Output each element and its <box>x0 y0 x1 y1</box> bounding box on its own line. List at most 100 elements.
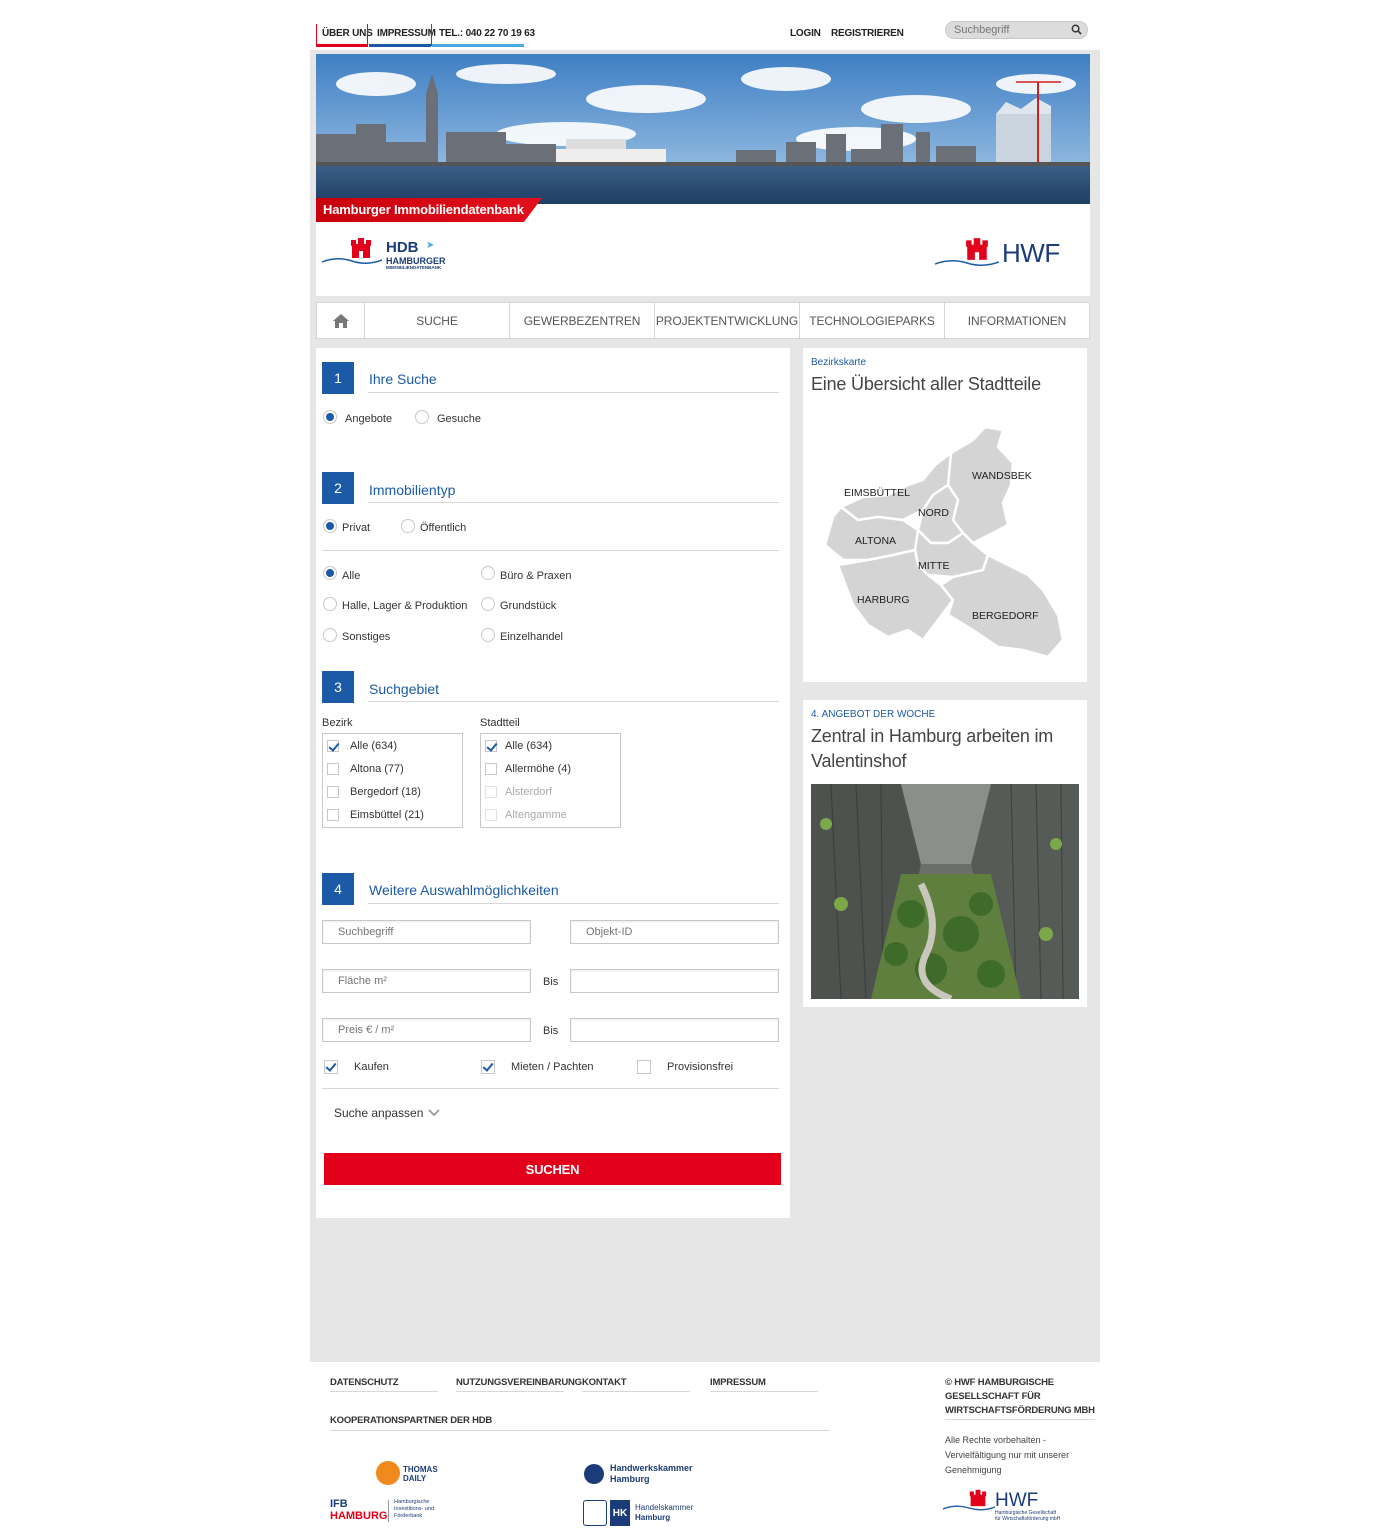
checkbox-stadtteil-alle[interactable] <box>485 740 497 752</box>
hwf-logo-text: HWF <box>1002 238 1060 268</box>
price-from-input[interactable] <box>322 1018 531 1042</box>
wave-icon <box>943 1505 995 1511</box>
fish-icon: ➤ <box>426 240 435 251</box>
search-submit-button[interactable]: SUCHEN <box>324 1153 781 1185</box>
partner-logo-handwerkskammer[interactable]: Handwerkskammer Hamburg <box>584 1462 704 1486</box>
partner-logo-handelskammer[interactable]: HK Handelskammer Hamburg <box>583 1500 703 1528</box>
wave-icon <box>322 258 382 264</box>
rights-line: Vervielfältigung nur mit unserer <box>945 1450 1070 1460</box>
checkbox-stadtteil-allermoehe[interactable] <box>485 763 497 775</box>
divider <box>388 1500 389 1522</box>
map-label-altona: ALTONA <box>855 535 897 547</box>
nav-item-gewerbezentren[interactable]: GEWERBEZENTREN <box>510 303 655 338</box>
divider <box>367 24 368 46</box>
radio-type-alle[interactable] <box>323 566 337 580</box>
valentinshof-courtyard-photo[interactable] <box>811 784 1079 999</box>
search-icon[interactable] <box>1071 24 1082 35</box>
card-kicker: 4. ANGEBOT DER WOCHE <box>811 709 936 720</box>
price-to-input[interactable] <box>570 1018 779 1042</box>
checkbox-bezirk-altona[interactable] <box>327 763 339 775</box>
divider <box>431 24 432 46</box>
radio-gesuche[interactable] <box>415 410 429 424</box>
checkbox-label: Mieten / Pachten <box>511 1061 594 1073</box>
checkbox-mieten[interactable] <box>481 1060 495 1074</box>
adjust-search-toggle[interactable]: Suche anpassen <box>334 1106 454 1122</box>
partner-text: Hamburgische <box>394 1499 430 1505</box>
login-link[interactable]: LOGIN <box>790 28 821 39</box>
radio-type-grundstueck[interactable] <box>481 597 495 611</box>
about-underline <box>316 44 368 47</box>
map-label-harburg: HARBURG <box>857 594 910 606</box>
map-label-eimsbuettel: EIMSBÜTTEL <box>844 487 910 499</box>
radio-oeffentlich[interactable] <box>401 519 415 533</box>
radio-label: Grundstück <box>500 600 557 612</box>
radio-label: Gesuche <box>437 413 482 425</box>
footer-link-nutzungsvereinbarung[interactable]: NUTZUNGSVEREINBARUNG <box>456 1377 582 1388</box>
radio-angebote[interactable] <box>323 410 337 424</box>
top-link-imprint[interactable]: IMPRESSUM <box>377 28 436 39</box>
area-to-input[interactable] <box>570 969 779 993</box>
hwf-logo-sub: für Wirtschaftsförderung mbH <box>995 1516 1061 1522</box>
footer-link-kontakt[interactable]: KONTAKT <box>582 1377 627 1388</box>
list-item: Allermöhe (4) <box>505 763 572 775</box>
wave-icon <box>935 260 999 266</box>
top-link-about[interactable]: ÜBER UNS <box>322 28 373 39</box>
imprint-underline <box>369 44 431 47</box>
radio-type-buero[interactable] <box>481 566 495 580</box>
map-label-bergedorf: BERGEDORF <box>972 610 1039 622</box>
checkbox-stadtteil-altengamme[interactable] <box>485 809 497 821</box>
top-link-phone[interactable]: TEL.: 040 22 70 19 63 <box>439 28 535 39</box>
checkbox-bezirk-bergedorf[interactable] <box>327 786 339 798</box>
checkbox-label: Provisionsfrei <box>667 1061 734 1073</box>
nav-item-technologieparks[interactable]: TECHNOLOGIEPARKS <box>800 303 945 338</box>
partner-text: DAILY <box>403 1474 427 1483</box>
search-input[interactable] <box>945 21 1088 39</box>
radio-type-halle[interactable] <box>323 597 337 611</box>
keyword-input[interactable] <box>322 920 531 944</box>
step-title: Immobilientyp <box>369 482 456 498</box>
area-from-input[interactable] <box>322 969 531 993</box>
card-title-line2: Valentinshof <box>811 751 907 771</box>
step-title: Weitere Auswahlmöglichkeiten <box>369 882 559 898</box>
card-title: Zentral in Hamburg arbeiten im <box>811 726 1054 746</box>
nav-item-informationen[interactable]: INFORMATIONEN <box>945 303 1089 338</box>
object-id-input[interactable] <box>570 920 779 944</box>
nav-item-suche[interactable]: SUCHE <box>365 303 510 338</box>
partner-logo-thomas-daily[interactable]: THOMAS DAILY <box>376 1461 446 1487</box>
divider <box>368 502 779 503</box>
step-number: 4 <box>322 873 354 905</box>
divider <box>330 1430 830 1431</box>
divider <box>945 1419 1095 1420</box>
checkbox-stadtteil-alsterdorf[interactable] <box>485 786 497 798</box>
divider <box>322 550 779 551</box>
home-button[interactable] <box>317 303 365 338</box>
footer-link-datenschutz[interactable]: DATENSCHUTZ <box>330 1377 399 1388</box>
copyright-line: © HWF HAMBURGISCHE <box>945 1377 1054 1388</box>
checkbox-bezirk-alle[interactable] <box>327 740 339 752</box>
checkbox-bezirk-eimsbuettel[interactable] <box>327 809 339 821</box>
footer-link-impressum[interactable]: IMPRESSUM <box>710 1377 766 1388</box>
divider <box>368 701 779 702</box>
radio-type-einzelhandel[interactable] <box>481 628 495 642</box>
main-navigation: SUCHE GEWERBEZENTREN PROJEKTENTWICKLUNG … <box>316 302 1090 339</box>
phone-underline <box>432 44 524 47</box>
partner-logo-ifb[interactable]: IFB HAMBURG Hamburgische Investitions- u… <box>330 1498 450 1524</box>
footer-hwf-logo[interactable]: HWF Hamburgische Gesellschaft für Wirtsc… <box>943 1488 1083 1524</box>
checkbox-kaufen[interactable] <box>324 1060 338 1074</box>
radio-label: Einzelhandel <box>500 631 563 643</box>
radio-label: Angebote <box>345 413 393 425</box>
partner-text: HAMBURG <box>330 1510 388 1522</box>
radio-type-sonstiges[interactable] <box>323 628 337 642</box>
register-link[interactable]: REGISTRIEREN <box>831 28 904 39</box>
nav-item-projektentwicklung[interactable]: PROJEKTENTWICKLUNG <box>655 303 800 338</box>
hdb-logo[interactable]: HDB ➤ HAMBURGER IMMOBILIENDATENBANK <box>322 236 452 274</box>
hwf-logo[interactable]: HWF <box>935 236 1065 272</box>
divider <box>322 1088 779 1089</box>
copyright-line: GESELLSCHAFT FÜR <box>945 1391 1041 1402</box>
divider <box>330 1391 438 1392</box>
radio-privat[interactable] <box>323 519 337 533</box>
step-number: 3 <box>322 671 354 703</box>
chevron-down-icon <box>428 1109 440 1117</box>
checkbox-provisionsfrei[interactable] <box>637 1060 651 1074</box>
list-item: Alsterdorf <box>505 786 553 798</box>
